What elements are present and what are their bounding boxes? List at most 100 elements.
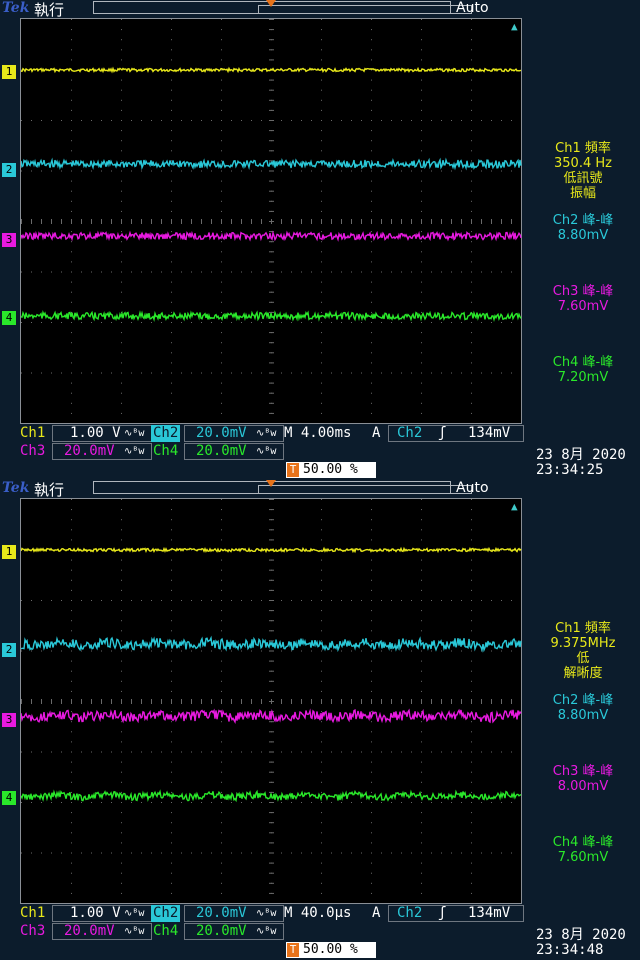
header-bar: Tek 執行 Auto	[0, 480, 640, 499]
ch4-label[interactable]: Ch4	[151, 923, 180, 940]
bandwidth-icon: ∿ᴮw	[124, 428, 145, 439]
ch3-meas-value: 8.00mV	[557, 779, 609, 794]
time-readout: 23:34:25	[536, 462, 604, 478]
ch4-scale: 20.0mV	[196, 443, 247, 459]
status-bar: Ch1 1.00 V ∿ᴮw Ch2 20.0mV ∿ᴮw M 4.00ms A…	[0, 424, 640, 480]
bandwidth-icon: ∿ᴮw	[124, 926, 145, 937]
trigger-position-icon	[266, 0, 276, 7]
trigger-icon: T	[287, 943, 299, 957]
timebase[interactable]: M 4.00ms	[284, 425, 351, 442]
ch1-trace	[21, 546, 522, 554]
status-bar: Ch1 1.00 V ∿ᴮw Ch2 20.0mV ∿ᴮw M 40.0µs A…	[0, 904, 640, 960]
header-bar: Tek 執行 Auto	[0, 0, 640, 19]
ch3-scale: 20.0mV	[64, 923, 115, 939]
ch4-meas-value: 7.20mV	[557, 370, 609, 385]
ch2-meas-value: 8.80mV	[557, 708, 609, 723]
ch2-marker[interactable]: 2	[2, 163, 16, 177]
trigger-position-value: 50.00 %	[303, 462, 358, 477]
trigger-position-readout[interactable]: T 50.00 %	[286, 462, 376, 478]
ch4-marker[interactable]: 4	[2, 791, 16, 805]
ch2-label[interactable]: Ch2	[151, 905, 181, 922]
trigger-icon: T	[287, 463, 299, 477]
ch4-meas-label: Ch4 峰-峰	[552, 355, 614, 370]
ch3-trace	[21, 230, 522, 242]
scope-panel-1: Tek 執行 Auto ▲ 1 2 3 4 Ch1 頻率 350.4 Hz 低訊…	[0, 0, 640, 480]
bandwidth-icon: ∿ᴮw	[124, 908, 145, 919]
scope-panel-2: Tek 執行 Auto ▲ 1 2 3 4 Ch1 頻率 9.375MHz 低 …	[0, 480, 640, 960]
brand-logo: Tek	[2, 0, 30, 16]
ch4-label[interactable]: Ch4	[151, 443, 180, 460]
ch1-meas-note: 低訊號	[563, 171, 603, 186]
timebase[interactable]: M 40.0µs	[284, 905, 351, 922]
ch4-trace	[21, 310, 522, 322]
ch2-meas-label: Ch2 峰-峰	[552, 693, 614, 708]
bandwidth-icon: ∿ᴮw	[256, 446, 277, 457]
acquisition-mode: A	[372, 425, 381, 441]
trigger-mode: Auto	[456, 480, 489, 496]
ch3-marker[interactable]: 3	[2, 233, 16, 247]
ch4-meas-value: 7.60mV	[557, 850, 609, 865]
waveform-display[interactable]	[20, 18, 522, 424]
ch1-scale: 1.00 V	[70, 425, 121, 441]
run-state: 執行	[34, 1, 65, 19]
ch1-trace	[21, 66, 522, 74]
ch1-meas-note-2: 解晰度	[563, 666, 603, 681]
ch1-meas-value: 350.4 Hz	[554, 156, 612, 171]
ch4-meas-label: Ch4 峰-峰	[552, 835, 614, 850]
ch4-trace	[21, 789, 522, 803]
ch2-trace	[21, 157, 522, 171]
ch3-label[interactable]: Ch3	[18, 443, 47, 460]
ch1-meas-value: 9.375MHz	[550, 636, 616, 651]
bandwidth-icon: ∿ᴮw	[124, 446, 145, 457]
bandwidth-icon: ∿ᴮw	[256, 926, 277, 937]
ch2-label[interactable]: Ch2	[151, 425, 181, 442]
ch3-label[interactable]: Ch3	[18, 923, 47, 940]
waveform-traces	[21, 546, 522, 803]
run-state: 執行	[34, 481, 65, 499]
brand-logo: Tek	[2, 480, 30, 496]
ch3-measurement: Ch3 峰-峰 7.60mV	[526, 284, 640, 314]
ch1-meas-note: 低	[576, 651, 590, 666]
trigger-position-icon	[266, 480, 276, 487]
trigger-source: Ch2	[397, 425, 423, 441]
trigger-mode: Auto	[456, 0, 489, 16]
record-window	[258, 5, 472, 14]
ch4-measurement: Ch4 峰-峰 7.60mV	[526, 835, 640, 865]
ch3-marker[interactable]: 3	[2, 713, 16, 727]
trigger-position-readout[interactable]: T 50.00 %	[286, 942, 376, 958]
acquisition-mode: A	[372, 905, 381, 921]
ch2-meas-label: Ch2 峰-峰	[552, 213, 614, 228]
trigger-slope-icon: ʃ	[438, 905, 447, 921]
ch1-marker[interactable]: 1	[2, 65, 16, 79]
ch2-scale: 20.0mV	[196, 425, 247, 441]
cursor-corner-icon: ▲	[511, 500, 518, 513]
ch3-scale: 20.0mV	[64, 443, 115, 459]
trigger-position-value: 50.00 %	[303, 942, 358, 957]
trigger-level: 134mV	[468, 425, 511, 441]
waveform-display[interactable]	[20, 498, 522, 904]
ch3-trace	[21, 708, 522, 725]
ch1-meas-note-2: 振幅	[569, 186, 596, 201]
ch4-marker[interactable]: 4	[2, 311, 16, 325]
ch1-measurement: Ch1 頻率 350.4 Hz 低訊號 振幅	[526, 141, 640, 201]
bandwidth-icon: ∿ᴮw	[256, 428, 277, 439]
ch3-measurement: Ch3 峰-峰 8.00mV	[526, 764, 640, 794]
trigger-source: Ch2	[397, 905, 423, 921]
ch1-label[interactable]: Ch1	[18, 905, 47, 922]
ch3-meas-value: 7.60mV	[557, 299, 609, 314]
date-readout: 23 8月 2020	[536, 927, 626, 943]
ch1-marker[interactable]: 1	[2, 545, 16, 559]
ch1-label[interactable]: Ch1	[18, 425, 47, 442]
ch1-meas-label: Ch1 頻率	[555, 621, 611, 636]
time-readout: 23:34:48	[536, 942, 604, 958]
ch1-scale: 1.00 V	[70, 905, 121, 921]
ch2-measurement: Ch2 峰-峰 8.80mV	[526, 693, 640, 723]
cursor-corner-icon: ▲	[511, 20, 518, 33]
date-readout: 23 8月 2020	[536, 447, 626, 463]
waveform-traces	[21, 66, 522, 322]
ch2-trace	[21, 635, 522, 653]
ch2-measurement: Ch2 峰-峰 8.80mV	[526, 213, 640, 243]
record-window	[258, 485, 472, 494]
trigger-slope-icon: ʃ	[438, 425, 447, 441]
ch2-marker[interactable]: 2	[2, 643, 16, 657]
